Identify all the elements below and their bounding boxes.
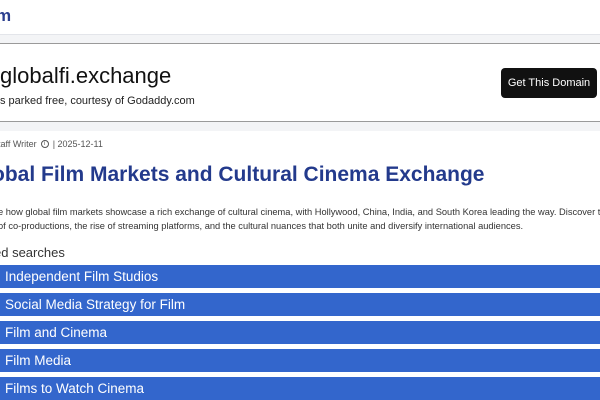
related-search-item[interactable]: Social Media Strategy for Film — [0, 293, 600, 316]
related-search-item[interactable]: Films to Watch Cinema — [0, 377, 600, 400]
get-domain-button[interactable]: Get This Domain — [501, 68, 597, 98]
date: | 2025-12-11 — [52, 139, 103, 149]
related-search-item[interactable]: Independent Film Studios — [0, 265, 600, 288]
domain-name: globalfi.exchange — [0, 63, 172, 88]
parked-domain-banner: globalfi.exchange s parked free, courtes… — [0, 43, 600, 122]
site-logo[interactable]: m — [0, 6, 11, 26]
divider — [0, 34, 600, 43]
article-meta: taff Writer i | 2025-12-11 — [0, 139, 103, 149]
description-line: of co-productions, the rise of streaming… — [0, 221, 524, 231]
description-line: e how global film markets showcase a ric… — [0, 207, 600, 217]
divider — [0, 122, 600, 131]
courtesy-text: s parked free, courtesy of Godaddy.com — [0, 95, 195, 107]
article-description: e how global film markets showcase a ric… — [0, 205, 600, 233]
author: taff Writer — [0, 139, 37, 149]
page-title: obal Film Markets and Cultural Cinema Ex… — [0, 163, 485, 186]
related-search-item[interactable]: Film and Cinema — [0, 321, 600, 344]
related-search-item[interactable]: Film Media — [0, 349, 600, 372]
related-searches-title: ed searches — [0, 245, 65, 260]
info-icon[interactable]: i — [40, 140, 49, 148]
top-header: m — [0, 0, 600, 34]
